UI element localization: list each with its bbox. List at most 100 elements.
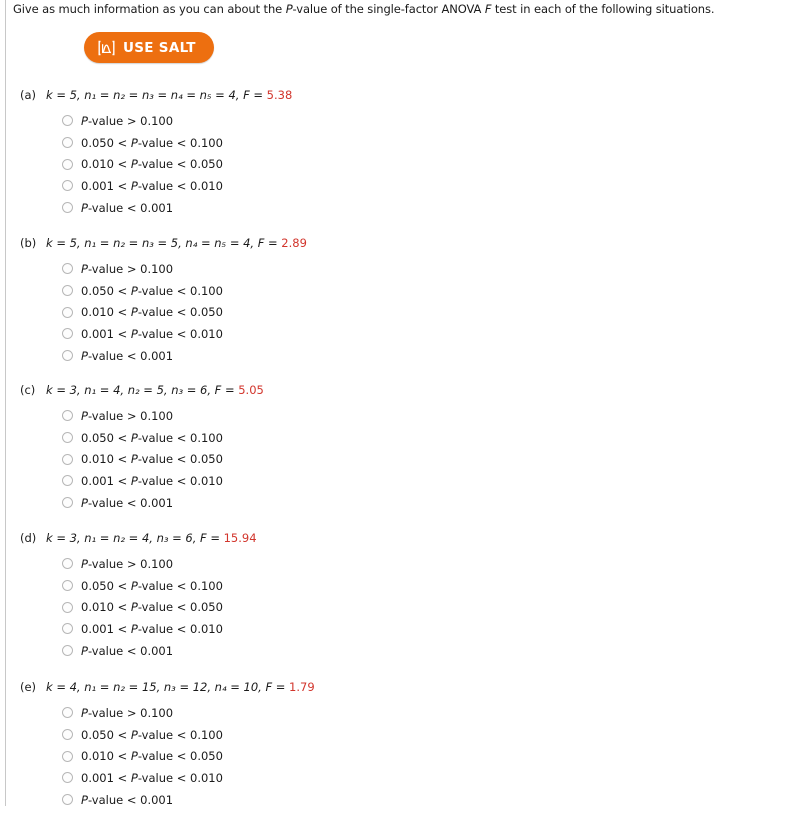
option-d-5[interactable]: P-value < 0.001: [62, 640, 807, 662]
radio-icon[interactable]: [62, 497, 73, 509]
question-e-k: k = 4,: [46, 680, 81, 694]
prompt-part-2: -value of the single-factor ANOVA: [292, 2, 485, 16]
option-c-4-label: 0.001 < P-value < 0.010: [81, 473, 223, 488]
option-e-2-label: 0.050 < P-value < 0.100: [81, 727, 223, 742]
option-c-3-label: 0.010 < P-value < 0.050: [81, 452, 223, 467]
radio-icon[interactable]: [62, 115, 73, 127]
option-b-1-label: P-value > 0.100: [81, 261, 174, 276]
option-b-3-label: 0.010 < P-value < 0.050: [81, 305, 223, 320]
question-block-d: (d) k = 3, n₁ = n₂ = 4, n₃ = 6, F = 15.9…: [0, 531, 807, 661]
option-d-3[interactable]: 0.010 < P-value < 0.050: [62, 596, 807, 618]
option-e-3-label: 0.010 < P-value < 0.050: [81, 749, 223, 764]
radio-icon[interactable]: [62, 772, 73, 784]
option-a-5[interactable]: P-value < 0.001: [62, 197, 807, 219]
radio-icon[interactable]: [62, 328, 73, 340]
option-a-1[interactable]: P-value > 0.100: [62, 110, 807, 132]
question-d-n-terms: n₁ = n₂ = 4, n₃ = 6,: [84, 531, 197, 545]
question-e-options: P-value > 0.100 0.050 < P-value < 0.100 …: [0, 702, 807, 810]
question-d-options: P-value > 0.100 0.050 < P-value < 0.100 …: [0, 553, 807, 661]
option-a-4[interactable]: 0.001 < P-value < 0.010: [62, 175, 807, 197]
option-a-4-label: 0.001 < P-value < 0.010: [81, 178, 223, 193]
option-c-5-label: P-value < 0.001: [81, 495, 174, 510]
question-a-label: (a): [20, 88, 37, 102]
radio-icon[interactable]: [62, 263, 73, 275]
radio-icon[interactable]: [62, 158, 73, 170]
option-b-5[interactable]: P-value < 0.001: [62, 345, 807, 367]
radio-icon[interactable]: [62, 475, 73, 487]
radio-icon[interactable]: [62, 306, 73, 318]
option-e-5[interactable]: P-value < 0.001: [62, 789, 807, 811]
question-d-f-value: 15.94: [223, 531, 257, 545]
radio-icon[interactable]: [62, 285, 73, 297]
option-c-3[interactable]: 0.010 < P-value < 0.050: [62, 448, 807, 470]
prompt-part-1: Give as much information as you can abou…: [13, 2, 286, 16]
option-c-2[interactable]: 0.050 < P-value < 0.100: [62, 427, 807, 449]
question-d-label: (d): [20, 531, 37, 545]
option-b-4-label: 0.001 < P-value < 0.010: [81, 326, 223, 341]
option-b-5-label: P-value < 0.001: [81, 348, 174, 363]
option-e-3[interactable]: 0.010 < P-value < 0.050: [62, 745, 807, 767]
radio-icon[interactable]: [62, 580, 73, 592]
radio-icon[interactable]: [62, 645, 73, 657]
option-c-2-label: 0.050 < P-value < 0.100: [81, 430, 223, 445]
option-b-1[interactable]: P-value > 0.100: [62, 258, 807, 280]
option-d-1-label: P-value > 0.100: [81, 556, 174, 571]
option-c-1-label: P-value > 0.100: [81, 408, 174, 423]
radio-icon[interactable]: [62, 180, 73, 192]
option-a-3[interactable]: 0.010 < P-value < 0.050: [62, 153, 807, 175]
option-b-4[interactable]: 0.001 < P-value < 0.010: [62, 323, 807, 345]
question-a-statement: (a) k = 5, n₁ = n₂ = n₃ = n₄ = n₅ = 4, F…: [0, 88, 807, 102]
question-e-f-label: F =: [265, 680, 286, 694]
radio-icon[interactable]: [62, 623, 73, 635]
radio-icon[interactable]: [62, 794, 73, 806]
question-block-e: (e) k = 4, n₁ = n₂ = 15, n₃ = 12, n₄ = 1…: [0, 680, 807, 810]
question-a-options: P-value > 0.100 0.050 < P-value < 0.100 …: [0, 110, 807, 218]
radio-icon[interactable]: [62, 750, 73, 762]
radio-icon[interactable]: [62, 707, 73, 719]
option-e-4[interactable]: 0.001 < P-value < 0.010: [62, 767, 807, 789]
option-e-1[interactable]: P-value > 0.100: [62, 702, 807, 724]
question-block-c: (c) k = 3, n₁ = 4, n₂ = 5, n₃ = 6, F = 5…: [0, 383, 807, 513]
option-e-2[interactable]: 0.050 < P-value < 0.100: [62, 724, 807, 746]
option-e-4-label: 0.001 < P-value < 0.010: [81, 770, 223, 785]
radio-icon[interactable]: [62, 729, 73, 741]
radio-icon[interactable]: [62, 137, 73, 149]
question-b-n-terms: n₁ = n₂ = n₃ = 5, n₄ = n₅ = 4,: [84, 236, 255, 250]
option-a-2-label: 0.050 < P-value < 0.100: [81, 135, 223, 150]
option-d-4[interactable]: 0.001 < P-value < 0.010: [62, 618, 807, 640]
radio-icon[interactable]: [62, 202, 73, 214]
option-a-5-label: P-value < 0.001: [81, 200, 174, 215]
question-d-statement: (d) k = 3, n₁ = n₂ = 4, n₃ = 6, F = 15.9…: [0, 531, 807, 545]
question-c-f-value: 5.05: [238, 383, 264, 397]
option-d-1[interactable]: P-value > 0.100: [62, 553, 807, 575]
question-b-options: P-value > 0.100 0.050 < P-value < 0.100 …: [0, 258, 807, 366]
question-c-statement: (c) k = 3, n₁ = 4, n₂ = 5, n₃ = 6, F = 5…: [0, 383, 807, 397]
option-d-2[interactable]: 0.050 < P-value < 0.100: [62, 575, 807, 597]
radio-icon[interactable]: [62, 432, 73, 444]
radio-icon[interactable]: [62, 558, 73, 570]
option-b-3[interactable]: 0.010 < P-value < 0.050: [62, 301, 807, 323]
option-b-2[interactable]: 0.050 < P-value < 0.100: [62, 280, 807, 302]
question-e-n-terms: n₁ = n₂ = 15, n₃ = 12, n₄ = 10,: [84, 680, 262, 694]
question-c-k: k = 3,: [46, 383, 81, 397]
question-b-statement: (b) k = 5, n₁ = n₂ = n₃ = 5, n₄ = n₅ = 4…: [0, 236, 807, 250]
option-c-5[interactable]: P-value < 0.001: [62, 492, 807, 514]
prompt-part-3: test in each of the following situations…: [491, 2, 715, 16]
question-b-f-label: F =: [257, 236, 278, 250]
option-c-4[interactable]: 0.001 < P-value < 0.010: [62, 470, 807, 492]
option-a-2[interactable]: 0.050 < P-value < 0.100: [62, 132, 807, 154]
radio-icon[interactable]: [62, 601, 73, 613]
option-a-3-label: 0.010 < P-value < 0.050: [81, 157, 223, 172]
question-d-f-label: F =: [200, 531, 220, 545]
question-block-b: (b) k = 5, n₁ = n₂ = n₃ = 5, n₄ = n₅ = 4…: [0, 236, 807, 366]
use-salt-button[interactable]: USE SALT: [84, 32, 214, 63]
radio-icon[interactable]: [62, 350, 73, 362]
question-c-label: (c): [20, 383, 36, 397]
option-d-5-label: P-value < 0.001: [81, 643, 174, 658]
radio-icon[interactable]: [62, 453, 73, 465]
option-c-1[interactable]: P-value > 0.100: [62, 405, 807, 427]
question-c-n-terms: n₁ = 4, n₂ = 5, n₃ = 6,: [84, 383, 212, 397]
radio-icon[interactable]: [62, 410, 73, 422]
option-d-3-label: 0.010 < P-value < 0.050: [81, 600, 223, 615]
question-b-label: (b): [20, 236, 37, 250]
